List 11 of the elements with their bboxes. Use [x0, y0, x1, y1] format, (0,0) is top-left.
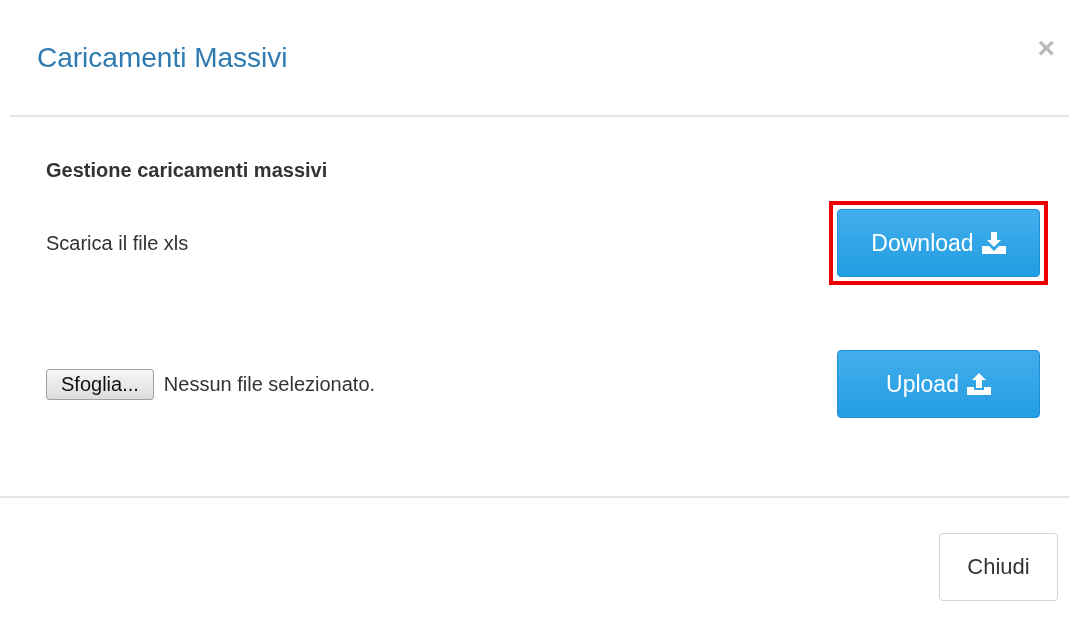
browse-button[interactable]: Sfoglia... [46, 368, 154, 400]
section-title: Gestione caricamenti massivi [46, 159, 329, 182]
modal-title: Caricamenti Massivi [37, 41, 288, 74]
upload-button[interactable]: Upload [837, 350, 1040, 418]
download-button[interactable]: Download [837, 209, 1040, 277]
download-icon [981, 232, 1006, 254]
file-status: Nessun file selezionato. [163, 372, 376, 396]
close-button[interactable]: × [1037, 32, 1055, 63]
close-dialog-button[interactable]: Chiudi [939, 533, 1058, 601]
row-label: Scarica il file xls [46, 231, 189, 255]
upload-icon [966, 373, 991, 395]
